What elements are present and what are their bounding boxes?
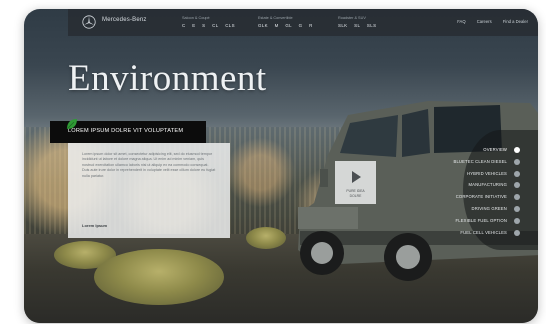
nav-model-link[interactable]: GLK (258, 23, 268, 28)
menu-item-label: OVERVIEW (483, 147, 507, 152)
brand-name[interactable]: Mercedes-Benz (102, 17, 147, 23)
nav-model-link[interactable]: CLS (225, 23, 235, 28)
faq-link[interactable]: FAQ (457, 19, 465, 24)
menu-item-hybrid[interactable]: HYBRID VEHICLES (380, 168, 520, 180)
nav-model-link[interactable]: G (299, 23, 303, 28)
nav-model-list: SLK SL SLS (338, 23, 381, 28)
nav-model-link[interactable]: S (202, 23, 205, 28)
nav-model-link[interactable]: C (182, 23, 186, 28)
careers-link[interactable]: Careers (477, 19, 492, 24)
page-title: Environment (68, 58, 267, 99)
nav-model-link[interactable]: SLK (338, 23, 348, 28)
nav-group-title: Roadster & SUV (338, 16, 366, 20)
menu-item-label: DRIVING GREEN (471, 205, 507, 211)
content-panel: Lorem ipsum dolor sit amet, consectetur … (68, 143, 230, 238)
menu-item-corporate[interactable]: CORPORATE INITIATIVE (380, 191, 520, 203)
menu-item-label: MANUFACTURING (468, 182, 507, 188)
menu-item-flexible-fuel[interactable]: FLEXIBLE FUEL OPTION (380, 215, 520, 227)
radio-dot-icon (514, 229, 520, 236)
radio-dot-icon (514, 194, 520, 201)
mercedes-star-icon[interactable] (82, 15, 96, 29)
nav-group-title: Estate & Convertible (258, 16, 293, 20)
nav-model-link[interactable]: SLS (367, 23, 377, 28)
panel-body-text: Lorem ipsum dolor sit amet, consectetur … (82, 152, 216, 178)
section-menu: OVERVIEW BLUETEC CLEAN DIESEL HYBRID VEH… (380, 144, 520, 238)
play-icon (352, 171, 361, 183)
nav-model-list: GLK M GL G R (258, 23, 318, 28)
menu-item-driving-green[interactable]: DRIVING GREEN (380, 203, 520, 215)
nav-model-link[interactable]: E (192, 23, 195, 28)
panel-heading: LOREM IPSUM DOLRE VIT VOLUPTATEM (68, 128, 184, 134)
radio-dot-icon (514, 170, 520, 177)
nav-model-link[interactable]: GL (285, 23, 292, 28)
menu-item-bluetec[interactable]: BLUETEC CLEAN DIESEL (380, 156, 520, 168)
nav-model-link[interactable]: R (309, 23, 313, 28)
utility-links: FAQ Careers Find a Dealer (447, 19, 528, 24)
nav-group-title: Saloon & Coupé (182, 16, 210, 20)
menu-item-overview[interactable]: OVERVIEW (380, 144, 520, 156)
video-label-line1: PURE IDEA (346, 189, 365, 193)
panel-read-more-link[interactable]: Lorem Ipsum (82, 223, 107, 228)
nav-group-saloon-coupe: Saloon & Coupé C E S CL CLS (182, 16, 240, 28)
nav-model-link[interactable]: CL (212, 23, 218, 28)
radio-dot-icon (514, 147, 520, 153)
radio-dot-icon (514, 217, 520, 224)
menu-item-label: BLUETEC CLEAN DIESEL (453, 158, 507, 164)
radio-dot-icon (514, 182, 520, 189)
top-navigation-bar: Mercedes-Benz Saloon & Coupé C E S CL CL… (68, 9, 538, 36)
menu-item-label: CORPORATE INITIATIVE (455, 194, 507, 200)
video-label: PURE IDEA DOLRE (335, 189, 376, 198)
nav-group-roadster-suv: Roadster & SUV SLK SL SLS (338, 16, 381, 28)
menu-item-manufacturing[interactable]: MANUFACTURING (380, 179, 520, 191)
video-play-button[interactable]: PURE IDEA DOLRE (335, 161, 376, 204)
website-screenshot: Mercedes-Benz Saloon & Coupé C E S CL CL… (24, 9, 538, 323)
nav-group-estate-convertible: Estate & Convertible GLK M GL G R (258, 16, 318, 28)
menu-item-label: FUEL CELL VEHICLES (460, 229, 507, 235)
leaf-icon (66, 119, 77, 130)
nav-model-link[interactable]: M (275, 23, 279, 28)
menu-item-label: FLEXIBLE FUEL OPTION (455, 217, 507, 223)
bush (94, 249, 224, 305)
menu-item-label: HYBRID VEHICLES (467, 170, 507, 176)
nav-model-link[interactable]: SL (354, 23, 360, 28)
radio-dot-icon (514, 205, 520, 212)
find-a-dealer-link[interactable]: Find a Dealer (503, 19, 528, 24)
menu-item-fuel-cell[interactable]: FUEL CELL VEHICLES (380, 227, 520, 239)
radio-dot-icon (514, 158, 520, 165)
video-label-line2: DOLRE (349, 193, 362, 198)
nav-model-list: C E S CL CLS (182, 23, 240, 28)
